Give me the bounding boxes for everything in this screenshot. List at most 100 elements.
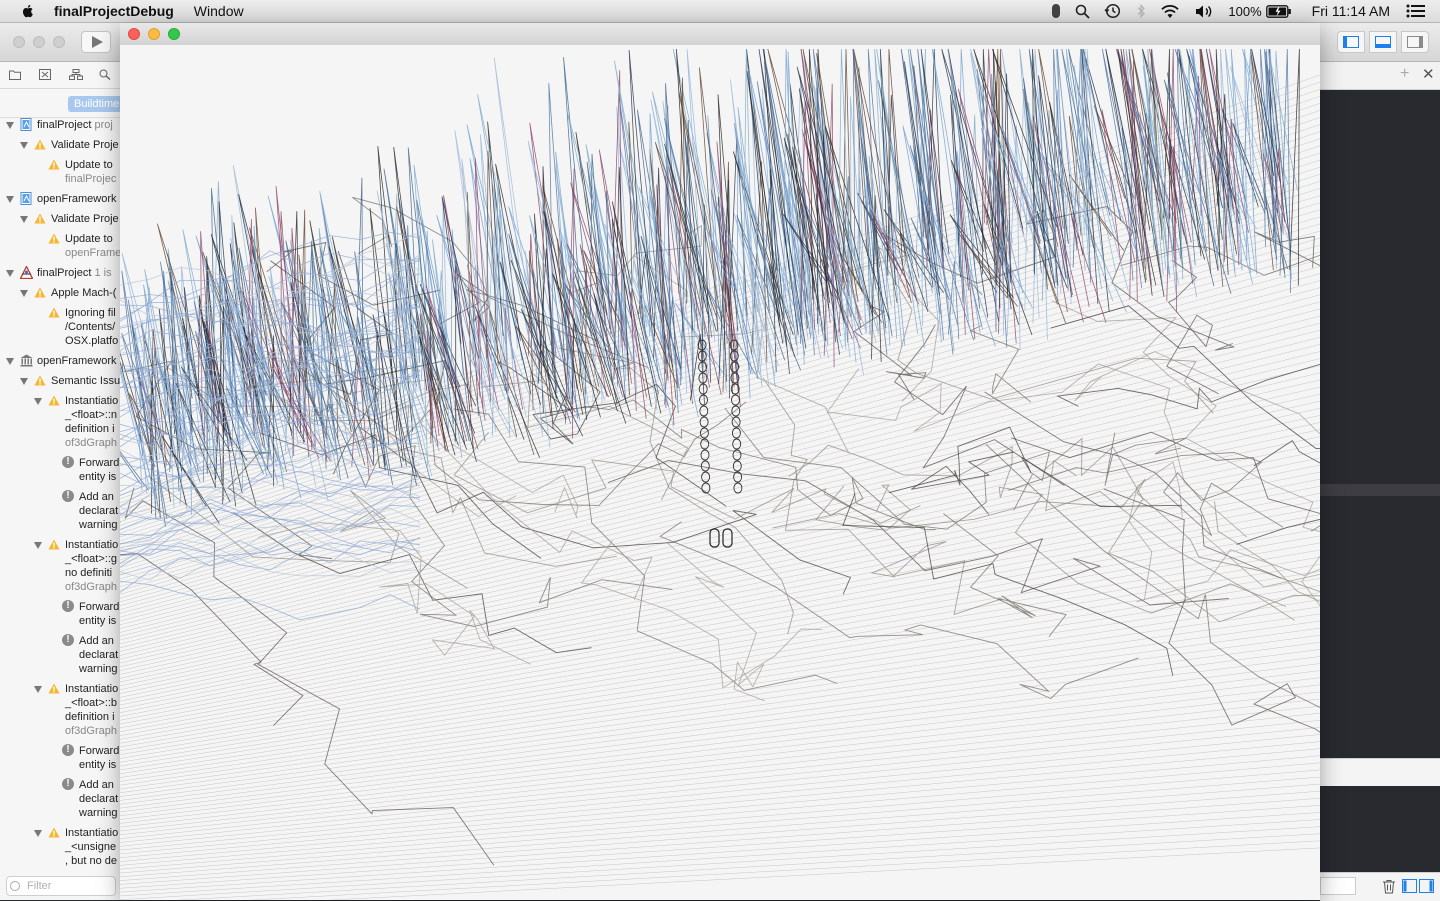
issue-text-line: finalProject proj [37, 119, 113, 131]
issue-text-line: Instantiatio [65, 827, 119, 839]
issue-row[interactable]: finalProject proj [0, 118, 120, 132]
issue-row[interactable]: openFramework [0, 192, 120, 206]
issue-text-line: Add an [79, 635, 114, 647]
issue-row[interactable]: Instantiatio_<float>::gno definitiof3dGr… [0, 538, 120, 594]
issue-text-line: Add an [79, 491, 114, 503]
app-menu[interactable]: finalProjectDebug [54, 3, 174, 19]
spotlight-icon[interactable] [1075, 4, 1091, 19]
issue-row[interactable]: Validate Proje [0, 212, 120, 226]
issue-row[interactable]: finalProject 1 is [0, 266, 120, 280]
issue-row[interactable]: Apple Mach-( [0, 286, 120, 300]
issue-text-line: finalProject 1 is [37, 267, 112, 279]
battery-icon[interactable] [1265, 4, 1292, 18]
issue-text-line: Forward [79, 601, 120, 613]
issue-row[interactable]: Semantic Issu [0, 374, 120, 388]
issue-text-line: _<unsigne [65, 841, 117, 853]
issue-row[interactable]: Update to openFrame [0, 232, 120, 260]
issue-text-line: openFramework [37, 355, 117, 367]
issue-text-line: _<float>::b [65, 697, 117, 709]
issue-text-line: Forward [79, 457, 120, 469]
minimize-button[interactable] [148, 28, 160, 40]
issue-text-line: openFrame [65, 247, 120, 259]
visualization-canvas[interactable] [120, 45, 1320, 900]
source-editor[interactable] [1320, 90, 1440, 758]
filter-placeholder: Filter [27, 880, 52, 892]
toggle-utilities-button[interactable] [1401, 31, 1429, 53]
toggle-debug-area-button[interactable] [1369, 31, 1397, 53]
footprint-mark [731, 394, 740, 406]
add-tab-icon[interactable]: + [1400, 65, 1409, 83]
issue-text-line: Instantiatio [65, 539, 119, 551]
issue-row[interactable]: ! Add an declarat warning [0, 778, 120, 820]
console-split-icon[interactable] [1402, 879, 1434, 893]
folder-icon[interactable] [9, 69, 21, 80]
issue-count: proj [91, 119, 113, 131]
issue-row[interactable]: Instantiatio _<unsigne , but no de [0, 826, 120, 868]
issue-text-line: of3dGraph [65, 725, 117, 737]
issue-text-line: Instantiatio [65, 395, 119, 407]
bluetooth-icon[interactable] [1136, 3, 1146, 19]
wireframe-terrain-visualization [120, 48, 1320, 900]
buildtime-scope-button[interactable]: Buildtime [68, 96, 120, 112]
issue-row[interactable]: Ignoring fil/Contents/OSX.platfo [0, 306, 120, 348]
issue-text-line: definition i [65, 423, 115, 435]
xcode-zoom-button[interactable] [53, 36, 65, 48]
wifi-icon[interactable] [1160, 4, 1180, 19]
issue-text-line: OSX.platfo [65, 335, 119, 347]
apple-icon[interactable] [20, 3, 36, 19]
issue-row[interactable]: ! Forward entity is [0, 456, 120, 484]
trash-icon[interactable] [1382, 879, 1396, 894]
issue-text-line: declarat [79, 793, 119, 805]
app-window [120, 23, 1320, 900]
issue-row[interactable]: Validate Proje [0, 138, 120, 152]
issue-count: 1 is [91, 267, 112, 279]
volume-icon[interactable] [1194, 4, 1214, 19]
mouse-icon[interactable] [1051, 3, 1061, 19]
run-button[interactable] [81, 31, 111, 53]
issue-text-line: Validate Proje [51, 213, 119, 225]
navigator-filter-field[interactable]: Filter [6, 876, 116, 896]
xcode-close-button[interactable] [13, 36, 25, 48]
issue-text-line: declarat [79, 505, 119, 517]
close-button[interactable] [128, 28, 140, 40]
issue-text-line: Ignoring fil [65, 307, 116, 319]
symbol-navigator-icon[interactable] [69, 69, 83, 80]
issue-row[interactable]: ! Forward entity is [0, 744, 120, 772]
console-filter-field[interactable] [1320, 877, 1356, 895]
issue-text-line: no definiti [65, 567, 113, 579]
close-editor-icon[interactable]: ✕ [1422, 65, 1435, 83]
issue-row[interactable]: Instantiatio _<float>::n definition i of3dG… [0, 394, 120, 450]
debug-console[interactable] [1320, 786, 1440, 872]
find-navigator-icon[interactable] [99, 69, 111, 81]
issue-text-line: _<float>::g [65, 553, 117, 565]
menubar-clock[interactable]: Fri 11:14 AM [1312, 3, 1390, 19]
issue-text-line: Update to [65, 233, 113, 245]
window-menu[interactable]: Window [194, 3, 244, 19]
footprint-mark [701, 471, 711, 483]
issue-row[interactable]: Instantiatio _<float>::b definition i of3dG… [0, 682, 120, 738]
app-titlebar[interactable] [120, 23, 1320, 46]
issue-row[interactable]: openFramework [0, 354, 120, 368]
issue-text-line: Add an [79, 779, 114, 791]
issue-text-line: warning [79, 807, 118, 819]
issue-row[interactable]: Update to finalProjec [0, 158, 120, 186]
issue-row[interactable]: ! Add an declarat warning [0, 490, 120, 532]
issue-text-line: Forward [79, 745, 120, 757]
filter-icon [10, 881, 20, 891]
navigator-selector-bar [0, 62, 120, 89]
issue-row[interactable]: ! Add an declarat warning [0, 634, 120, 676]
time-machine-icon[interactable] [1104, 3, 1122, 19]
issue-text-line: finalProjec [65, 173, 117, 185]
source-control-icon[interactable] [39, 69, 51, 80]
toggle-navigator-button[interactable] [1337, 31, 1365, 53]
xcode-minimize-button[interactable] [33, 36, 45, 48]
zoom-button[interactable] [168, 28, 180, 40]
issue-text-line: warning [79, 519, 118, 531]
issue-text-line: of3dGraph [65, 581, 117, 593]
issue-text-line: Instantiatio [65, 683, 119, 695]
issue-row[interactable]: ! Forward entity is [0, 600, 120, 628]
status-area: 100% Fri 11:14 AM [1051, 0, 1440, 22]
notification-center-icon[interactable] [1406, 4, 1426, 18]
footprint-mark [700, 449, 710, 461]
issue-text-line: Update to [65, 159, 113, 171]
